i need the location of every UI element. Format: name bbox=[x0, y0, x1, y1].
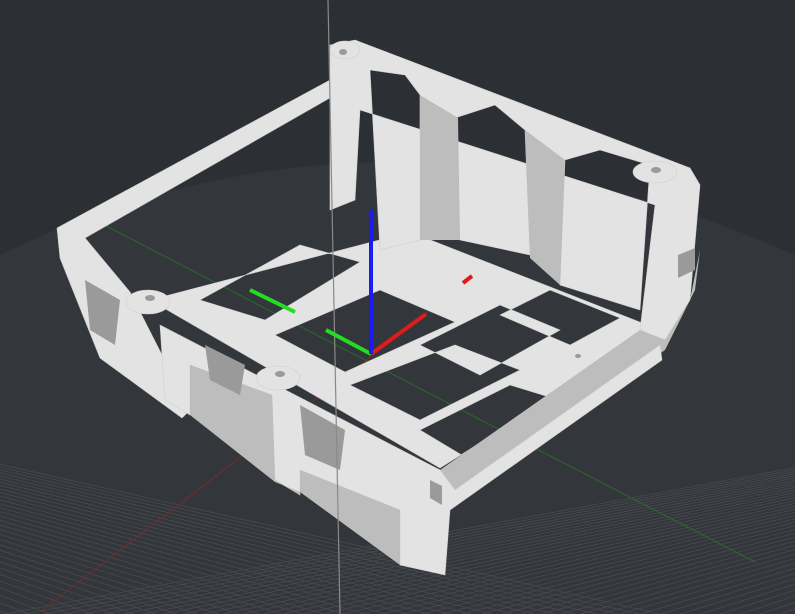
screw-hole bbox=[145, 295, 155, 301]
screw-hole bbox=[651, 167, 661, 173]
viewport-canvas[interactable] bbox=[0, 0, 795, 614]
screw-boss bbox=[125, 289, 171, 315]
screw-hole bbox=[575, 354, 581, 358]
screw-boss bbox=[255, 365, 301, 391]
screw-hole bbox=[275, 371, 285, 377]
screw-hole bbox=[339, 49, 347, 55]
model-back-pillar bbox=[420, 95, 460, 240]
3d-viewport[interactable] bbox=[0, 0, 795, 614]
